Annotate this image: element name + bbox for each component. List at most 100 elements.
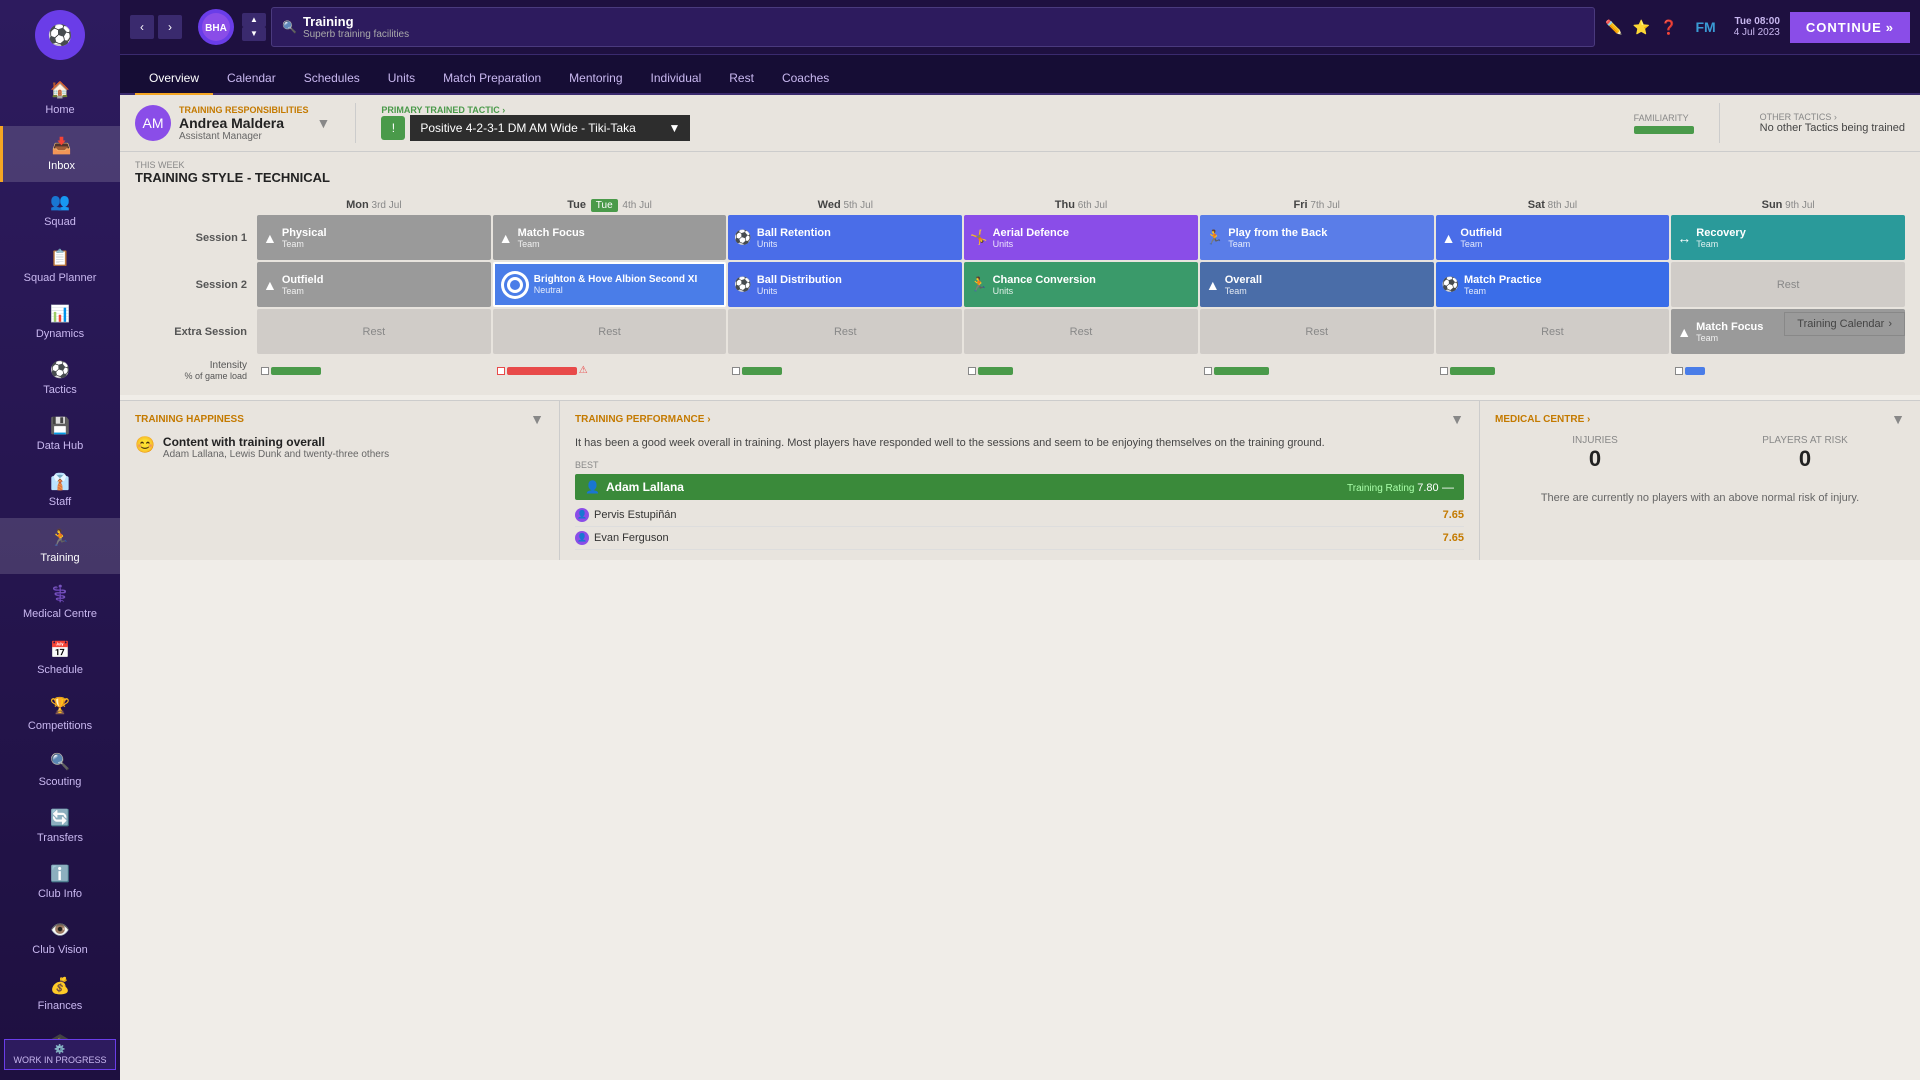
extra-wed[interactable]: Rest [728,309,962,354]
svg-text:BHA: BHA [205,23,227,34]
sidebar-item-home[interactable]: 🏠 Home [0,70,120,126]
player-row-1[interactable]: 👤 Pervis Estupiñán 7.65 [575,504,1464,527]
tab-coaches[interactable]: Coaches [768,63,843,95]
medical-toggle[interactable]: ▼ [1891,411,1905,427]
sidebar-item-medical[interactable]: ⚕️ Medical Centre [0,574,120,630]
session2-sat[interactable]: ⚽ Match Practice Team [1436,262,1670,307]
nav-tabs: Overview Calendar Schedules Units Match … [135,63,843,93]
sidebar-item-transfers[interactable]: 🔄 Transfers [0,798,120,854]
medical-icon: ⚕️ [50,584,70,604]
match-focus-icon: ▲ [499,230,513,246]
session1-tue[interactable]: ▲ Match Focus Team [493,215,727,260]
overall-icon: ▲ [1206,277,1220,293]
tab-individual[interactable]: Individual [637,63,716,95]
datetime: Tue 08:00 4 Jul 2023 [1734,16,1780,38]
tab-rest[interactable]: Rest [715,63,768,95]
intensity-wed [728,360,962,381]
sidebar-item-staff[interactable]: 👔 Staff [0,462,120,518]
sidebar-item-tactics[interactable]: ⚽ Tactics [0,350,120,406]
extra-tue[interactable]: Rest [493,309,727,354]
edit-button[interactable]: ✏️ [1605,19,1622,36]
extra-fri[interactable]: Rest [1200,309,1434,354]
sidebar-item-scouting[interactable]: 🔍 Scouting [0,742,120,798]
nav-back-button[interactable]: ‹ [130,15,154,39]
bha-logo [501,271,529,299]
tab-overview[interactable]: Overview [135,63,213,95]
nav-up-button[interactable]: ▲ [242,13,266,27]
familiarity-section: FAMILIARITY [1634,113,1694,134]
session1-label: Session 1 [135,215,255,260]
sidebar-item-squad[interactable]: 👥 Squad [0,182,120,238]
session2-wed[interactable]: ⚽ Ball Distribution Units [728,262,962,307]
search-icon: 🔍 [282,20,297,34]
sidebar-item-data-hub[interactable]: 💾 Data Hub [0,406,120,462]
session2-thu[interactable]: 🏃 Chance Conversion Units [964,262,1198,307]
medical-title[interactable]: MEDICAL CENTRE › [1495,414,1590,425]
session2-mon[interactable]: ▲ Outfield Team [257,262,491,307]
day-headers: Mon 3rd Jul Tue Tue 4th Jul Wed 5th Jul … [135,195,1905,215]
best-player-rating: 7.80 [1417,482,1438,494]
responsibilities-bar: AM TRAINING RESPONSIBILITIES Andrea Mald… [120,95,1920,152]
intensity-row: Intensity % of game load ⚠ [135,356,1905,385]
player-row-2[interactable]: 👤 Evan Ferguson 7.65 [575,527,1464,550]
resp-dropdown-button[interactable]: ▼ [317,115,331,131]
performance-toggle[interactable]: ▼ [1450,411,1464,427]
sidebar-item-schedule[interactable]: 📅 Schedule [0,630,120,686]
extra-mon[interactable]: Rest [257,309,491,354]
session1-mon[interactable]: ▲ Physical Team [257,215,491,260]
dynamics-icon: 📊 [50,304,70,324]
sidebar-item-competitions[interactable]: 🏆 Competitions [0,686,120,742]
star-button[interactable]: ⭐ [1633,19,1650,36]
tab-mentoring[interactable]: Mentoring [555,63,636,95]
tab-calendar[interactable]: Calendar [213,63,290,95]
intensity-mon [257,360,491,381]
extra-sat[interactable]: Rest [1436,309,1670,354]
ball-dist-icon: ⚽ [734,276,751,293]
session1-thu[interactable]: 🤸 Aerial Defence Units [964,215,1198,260]
wip-badge: ⚙️ WORK IN PROGRESS [4,1039,115,1070]
training-calendar-button[interactable]: Training Calendar › [1784,312,1905,336]
session1-wed[interactable]: ⚽ Ball Retention Units [728,215,962,260]
tactic-label: PRIMARY TRAINED TACTIC [381,105,499,115]
best-label: BEST [575,460,1464,470]
top-icons: ✏️ ⭐ ❓ [1605,19,1677,36]
sidebar-item-squad-planner[interactable]: 📋 Squad Planner [0,238,120,294]
session2-fri[interactable]: ▲ Overall Team [1200,262,1434,307]
session1-fri[interactable]: 🏃 Play from the Back Team [1200,215,1434,260]
tactic-select: ! Positive 4-2-3-1 DM AM Wide - Tiki-Tak… [381,115,1608,141]
at-risk-value: 0 [1705,446,1905,472]
intensity-sun [1671,360,1905,381]
nav-down-button[interactable]: ▼ [242,27,266,41]
session1-sat[interactable]: ▲ Outfield Team [1436,215,1670,260]
sidebar-item-finances[interactable]: 💰 Finances [0,966,120,1022]
continue-button[interactable]: CONTINUE » [1790,12,1910,43]
tab-match-preparation[interactable]: Match Preparation [429,63,555,95]
happiness-item: 😊 Content with training overall Adam Lal… [135,435,544,460]
tactic-dropdown[interactable]: Positive 4-2-3-1 DM AM Wide - Tiki-Taka … [410,115,690,141]
session1-sun[interactable]: ↔ Recovery Team [1671,215,1905,260]
tab-schedules[interactable]: Schedules [290,63,374,95]
sidebar-item-club-vision[interactable]: 👁️ Club Vision [0,910,120,966]
sidebar-item-club-info[interactable]: ℹ️ Club Info [0,854,120,910]
tab-units[interactable]: Units [374,63,429,95]
performance-title[interactable]: TRAINING PERFORMANCE › [575,414,711,425]
search-bar[interactable]: 🔍 Training Superb training facilities [271,7,1595,47]
happiness-title[interactable]: TRAINING HAPPINESS [135,414,244,425]
continue-arrow-icon: » [1886,20,1894,35]
familiarity-bar [1634,126,1694,134]
perf-arrow-icon: › [707,414,710,425]
sidebar-item-dynamics[interactable]: 📊 Dynamics [0,294,120,350]
help-button[interactable]: ❓ [1660,19,1677,36]
wip-label: WORK IN PROGRESS [13,1055,106,1065]
day-header-fri: Fri 7th Jul [1200,195,1434,215]
extra-thu[interactable]: Rest [964,309,1198,354]
session2-sun[interactable]: Rest [1671,262,1905,307]
sidebar-item-inbox[interactable]: 📥 Inbox [0,126,120,182]
club-info-icon: ℹ️ [50,864,70,884]
nav-forward-button[interactable]: › [158,15,182,39]
happiness-toggle[interactable]: ▼ [530,411,544,427]
sidebar-item-training[interactable]: 🏃 Training [0,518,120,574]
day-header-wed: Wed 5th Jul [728,195,962,215]
session2-tue-match[interactable]: Brighton & Hove Albion Second XI Neutral [493,262,727,307]
best-player[interactable]: 👤 Adam Lallana Training Rating 7.80 — [575,474,1464,500]
